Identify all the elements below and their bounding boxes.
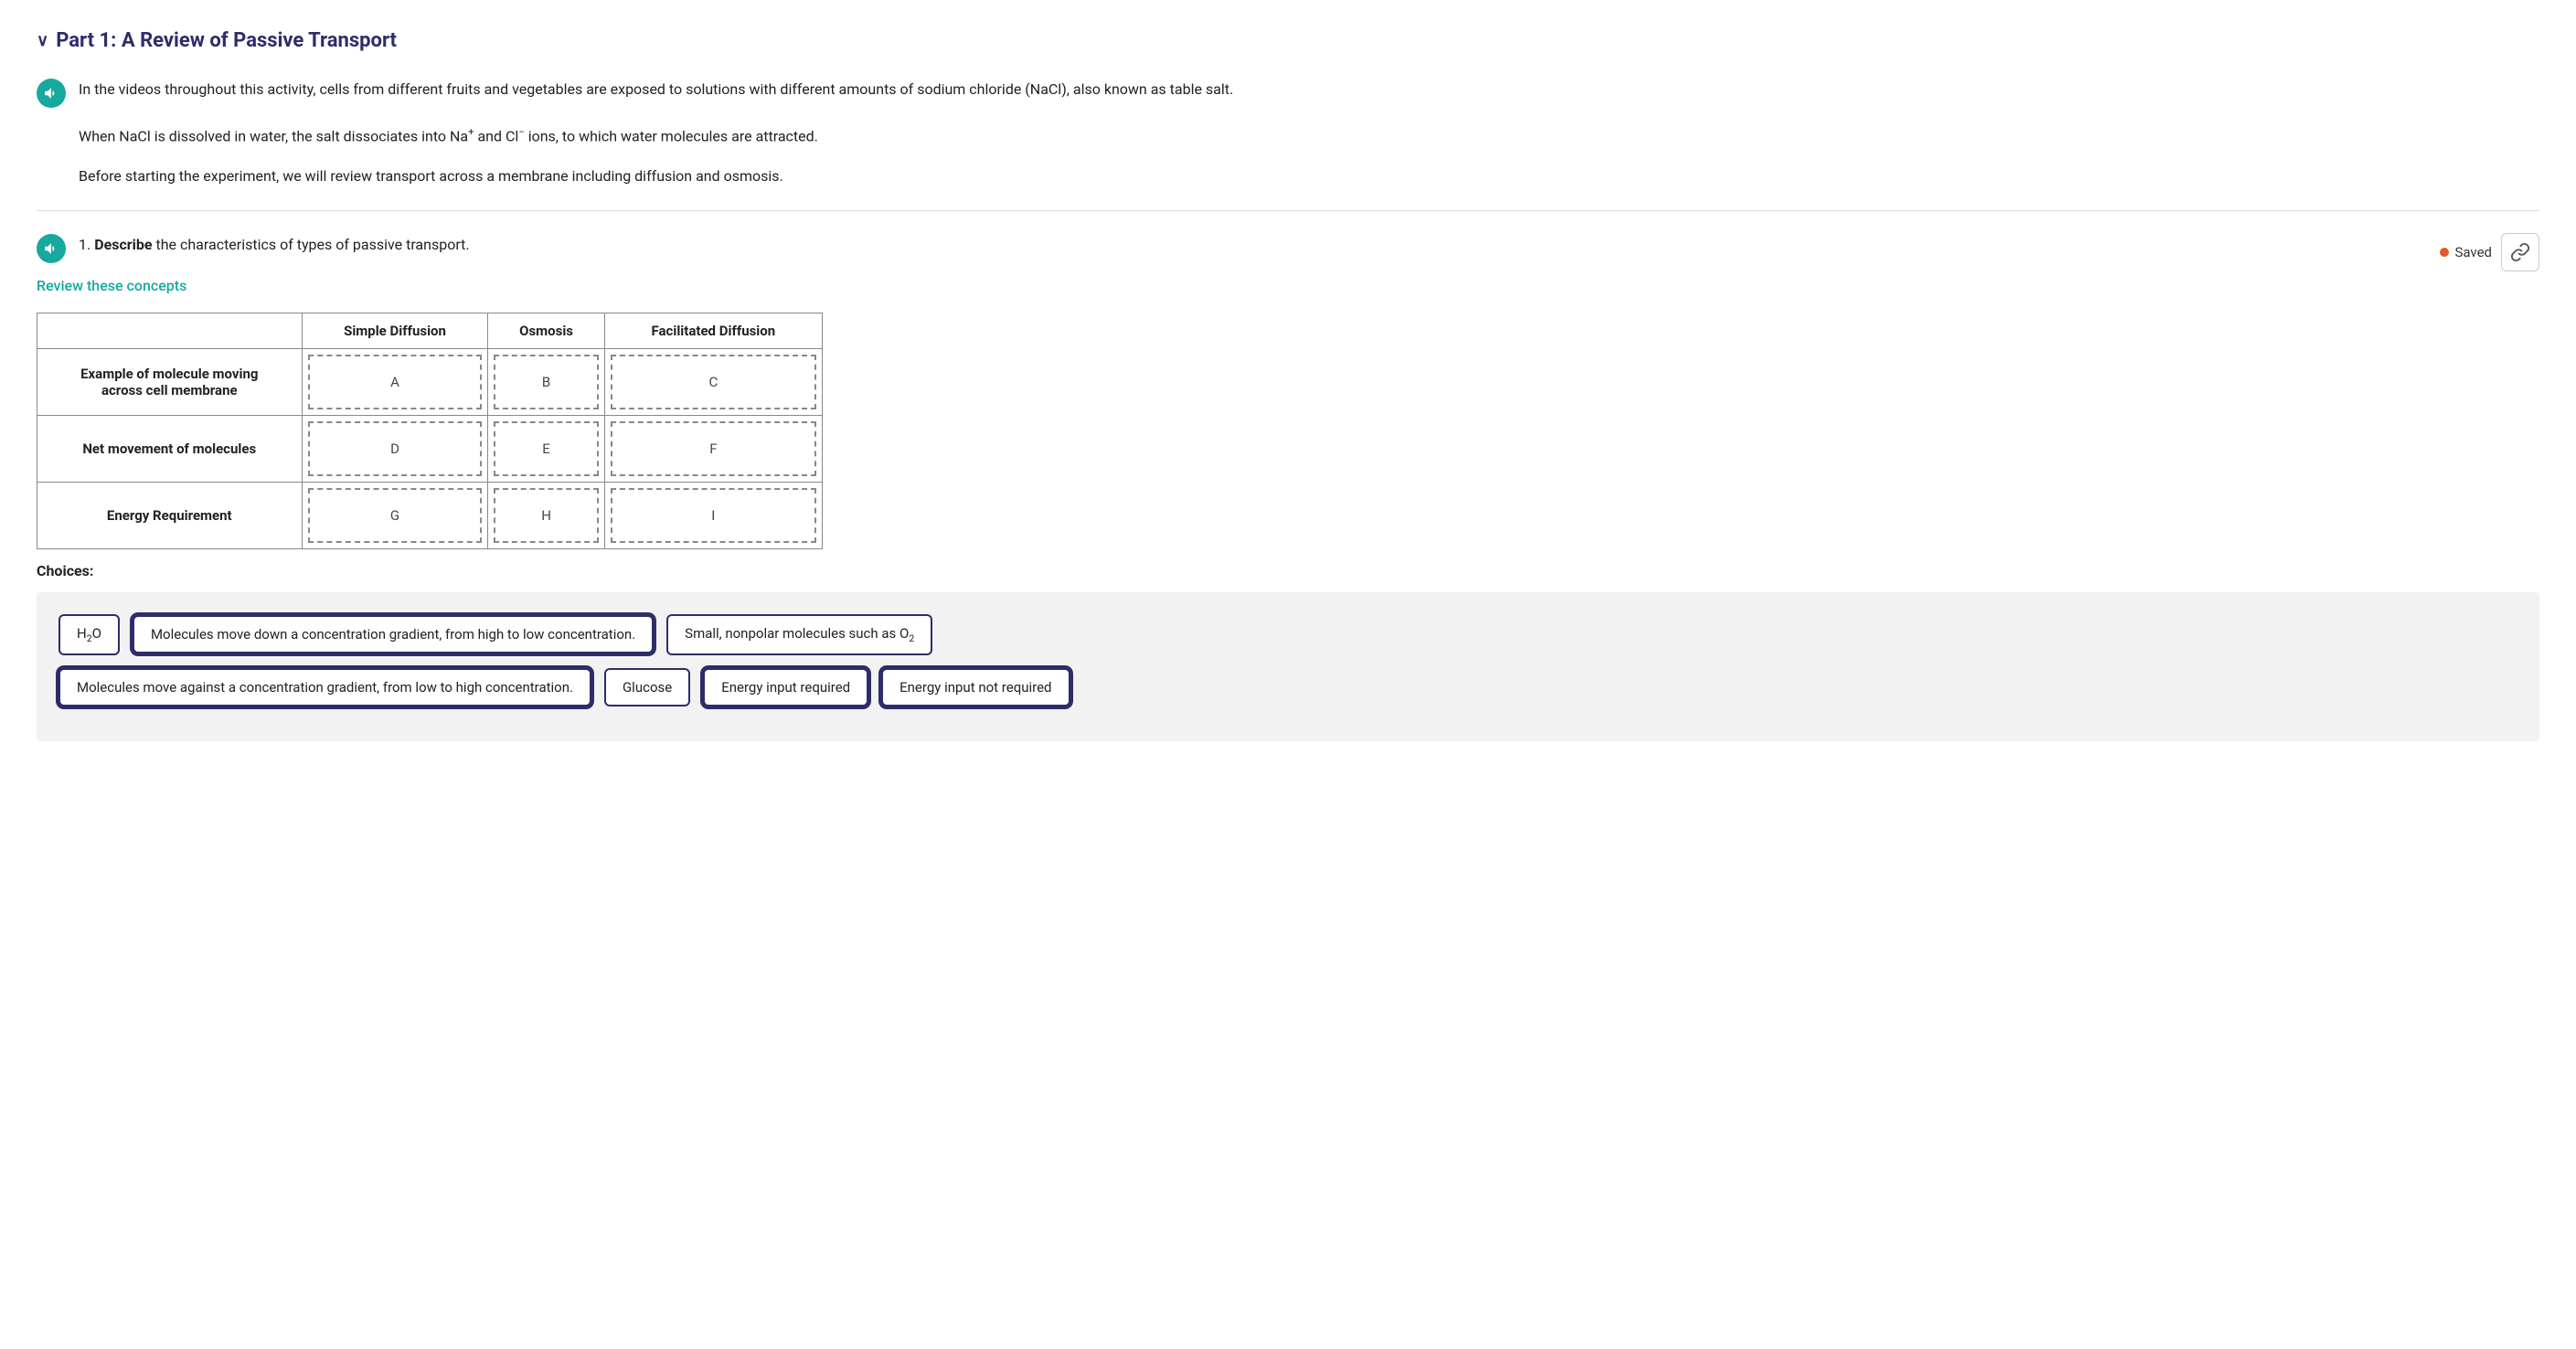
choice-energy-required[interactable]: Energy input required [703, 668, 868, 706]
section-divider [37, 210, 2539, 211]
row-header-energy: Energy Requirement [37, 482, 303, 548]
cell-c-wrapper: C [604, 348, 822, 415]
question-number: 1. [79, 236, 94, 253]
chevron-icon[interactable]: ∨ [37, 31, 48, 50]
question-right: Saved [2440, 233, 2539, 271]
question-left: 1. Describe the characteristics of types… [37, 233, 470, 263]
audio-icon-1[interactable] [37, 79, 66, 108]
table-header-facilitated-diffusion: Facilitated Diffusion [604, 313, 822, 348]
transport-table: Simple Diffusion Osmosis Facilitated Dif… [37, 313, 823, 549]
table-header-empty [37, 313, 303, 348]
saved-label: Saved [2454, 244, 2492, 260]
saved-badge: Saved [2440, 244, 2492, 260]
table-row-energy: Energy Requirement G H I [37, 482, 823, 548]
question-row: 1. Describe the characteristics of types… [37, 233, 2539, 271]
cell-b-wrapper: B [488, 348, 604, 415]
cell-b[interactable]: B [494, 355, 598, 409]
table-header-osmosis: Osmosis [488, 313, 604, 348]
table-row-net-movement: Net movement of molecules D E F [37, 415, 823, 482]
cell-e[interactable]: E [494, 421, 598, 476]
cell-c[interactable]: C [611, 355, 816, 409]
cell-i-wrapper: I [604, 482, 822, 548]
choices-label: Choices: [37, 562, 2539, 579]
choice-concentration-gradient-up[interactable]: Molecules move against a concentration g… [59, 668, 591, 706]
choice-glucose[interactable]: Glucose [604, 668, 690, 706]
audio-icon-2[interactable] [37, 234, 66, 263]
choice-h2o[interactable]: H2O [59, 614, 120, 655]
speaker-icon [43, 85, 59, 101]
choices-area: H2O Molecules move down a concentration … [37, 592, 2539, 741]
cell-h-wrapper: H [488, 482, 604, 548]
cell-a[interactable]: A [308, 355, 483, 409]
cell-g[interactable]: G [308, 488, 483, 543]
part-title: Part 1: A Review of Passive Transport [56, 29, 397, 52]
row-header-example: Example of molecule movingacross cell me… [37, 348, 303, 415]
part-header: ∨ Part 1: A Review of Passive Transport [37, 29, 2539, 52]
table-header-simple-diffusion: Simple Diffusion [302, 313, 488, 348]
cell-i[interactable]: I [611, 488, 816, 543]
cell-d[interactable]: D [308, 421, 483, 476]
cell-h[interactable]: H [494, 488, 598, 543]
link-icon [2510, 242, 2530, 262]
intro-block: In the videos throughout this activity, … [37, 78, 2539, 188]
table-row-example: Example of molecule movingacross cell me… [37, 348, 823, 415]
row-header-net-movement: Net movement of molecules [37, 415, 303, 482]
intro-text-1: In the videos throughout this activity, … [79, 78, 1233, 101]
table-header-row: Simple Diffusion Osmosis Facilitated Dif… [37, 313, 823, 348]
cell-g-wrapper: G [302, 482, 488, 548]
cell-f[interactable]: F [611, 421, 816, 476]
intro-line-1: In the videos throughout this activity, … [37, 78, 2539, 108]
choice-concentration-gradient-down[interactable]: Molecules move down a concentration grad… [133, 615, 654, 653]
choice-energy-not-required[interactable]: Energy input not required [881, 668, 1070, 706]
question-rest: the characteristics of types of passive … [153, 236, 470, 253]
intro-text-3: Before starting the experiment, we will … [79, 165, 2539, 188]
choices-row-1: H2O Molecules move down a concentration … [59, 614, 2517, 655]
speaker-icon-2 [43, 240, 59, 257]
question-bold: Describe [94, 236, 152, 253]
cell-f-wrapper: F [604, 415, 822, 482]
review-concepts-link[interactable]: Review these concepts [37, 277, 186, 294]
question-text: 1. Describe the characteristics of types… [79, 233, 470, 257]
link-button[interactable] [2501, 233, 2539, 271]
saved-dot [2440, 248, 2449, 257]
cell-e-wrapper: E [488, 415, 604, 482]
cell-d-wrapper: D [302, 415, 488, 482]
cell-a-wrapper: A [302, 348, 488, 415]
choice-nonpolar-o2[interactable]: Small, nonpolar molecules such as O2 [666, 614, 932, 655]
choices-row-2: Molecules move against a concentration g… [59, 668, 2517, 706]
intro-text-2: When NaCl is dissolved in water, the sal… [79, 124, 2539, 148]
